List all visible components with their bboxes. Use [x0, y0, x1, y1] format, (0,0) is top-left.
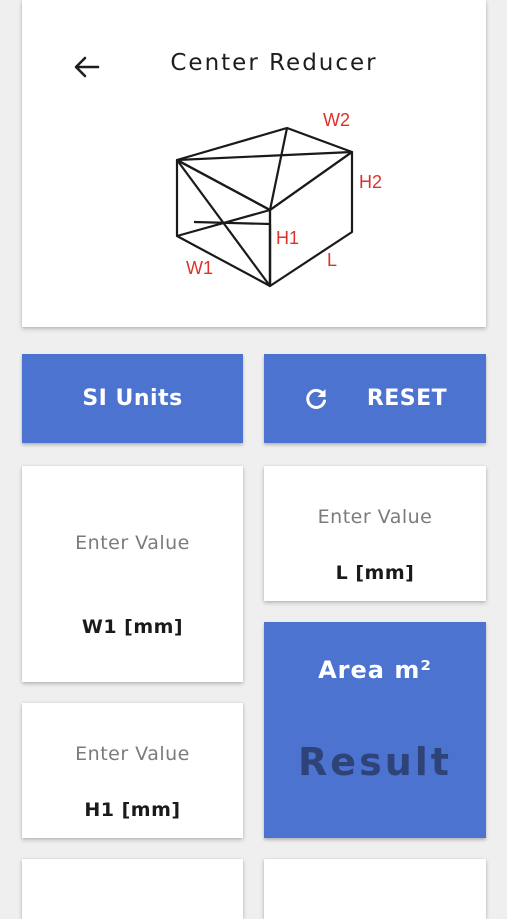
result-card: Area m² Result	[264, 622, 486, 838]
reset-button[interactable]: RESET	[264, 354, 486, 443]
label-h2: H2	[359, 172, 382, 192]
h1-input-card[interactable]: Enter Value H1 [mm]	[22, 703, 243, 838]
next-input-card-right[interactable]	[264, 859, 486, 919]
label-w2: W2	[323, 110, 350, 130]
label-h1: H1	[276, 228, 299, 248]
next-input-card-left[interactable]	[22, 859, 243, 919]
result-title: Area m²	[318, 656, 432, 684]
label-w1: W1	[186, 258, 213, 278]
l-input[interactable]: Enter Value	[264, 506, 486, 528]
arrow-left-icon	[74, 56, 100, 78]
result-value: Result	[298, 740, 452, 784]
w1-input-card[interactable]: Enter Value W1 [mm]	[22, 466, 243, 682]
h1-input[interactable]: Enter Value	[22, 743, 243, 765]
l-input-card[interactable]: Enter Value L [mm]	[264, 466, 486, 601]
si-units-button[interactable]: SI Units	[22, 354, 243, 443]
si-units-label: SI Units	[82, 386, 183, 411]
page-title: Center Reducer	[170, 50, 378, 76]
w1-input[interactable]: Enter Value	[22, 532, 243, 554]
label-l: L	[327, 250, 337, 270]
l-label: L [mm]	[335, 562, 415, 584]
back-button[interactable]	[70, 50, 104, 84]
header-card: Center Reducer W2 H2 H1 L W1	[22, 0, 486, 327]
center-reducer-diagram: W2 H2 H1 L W1	[175, 110, 382, 288]
w1-label: W1 [mm]	[81, 616, 184, 638]
reset-label: RESET	[366, 386, 448, 411]
h1-label: H1 [mm]	[84, 799, 181, 821]
refresh-icon	[303, 386, 329, 412]
